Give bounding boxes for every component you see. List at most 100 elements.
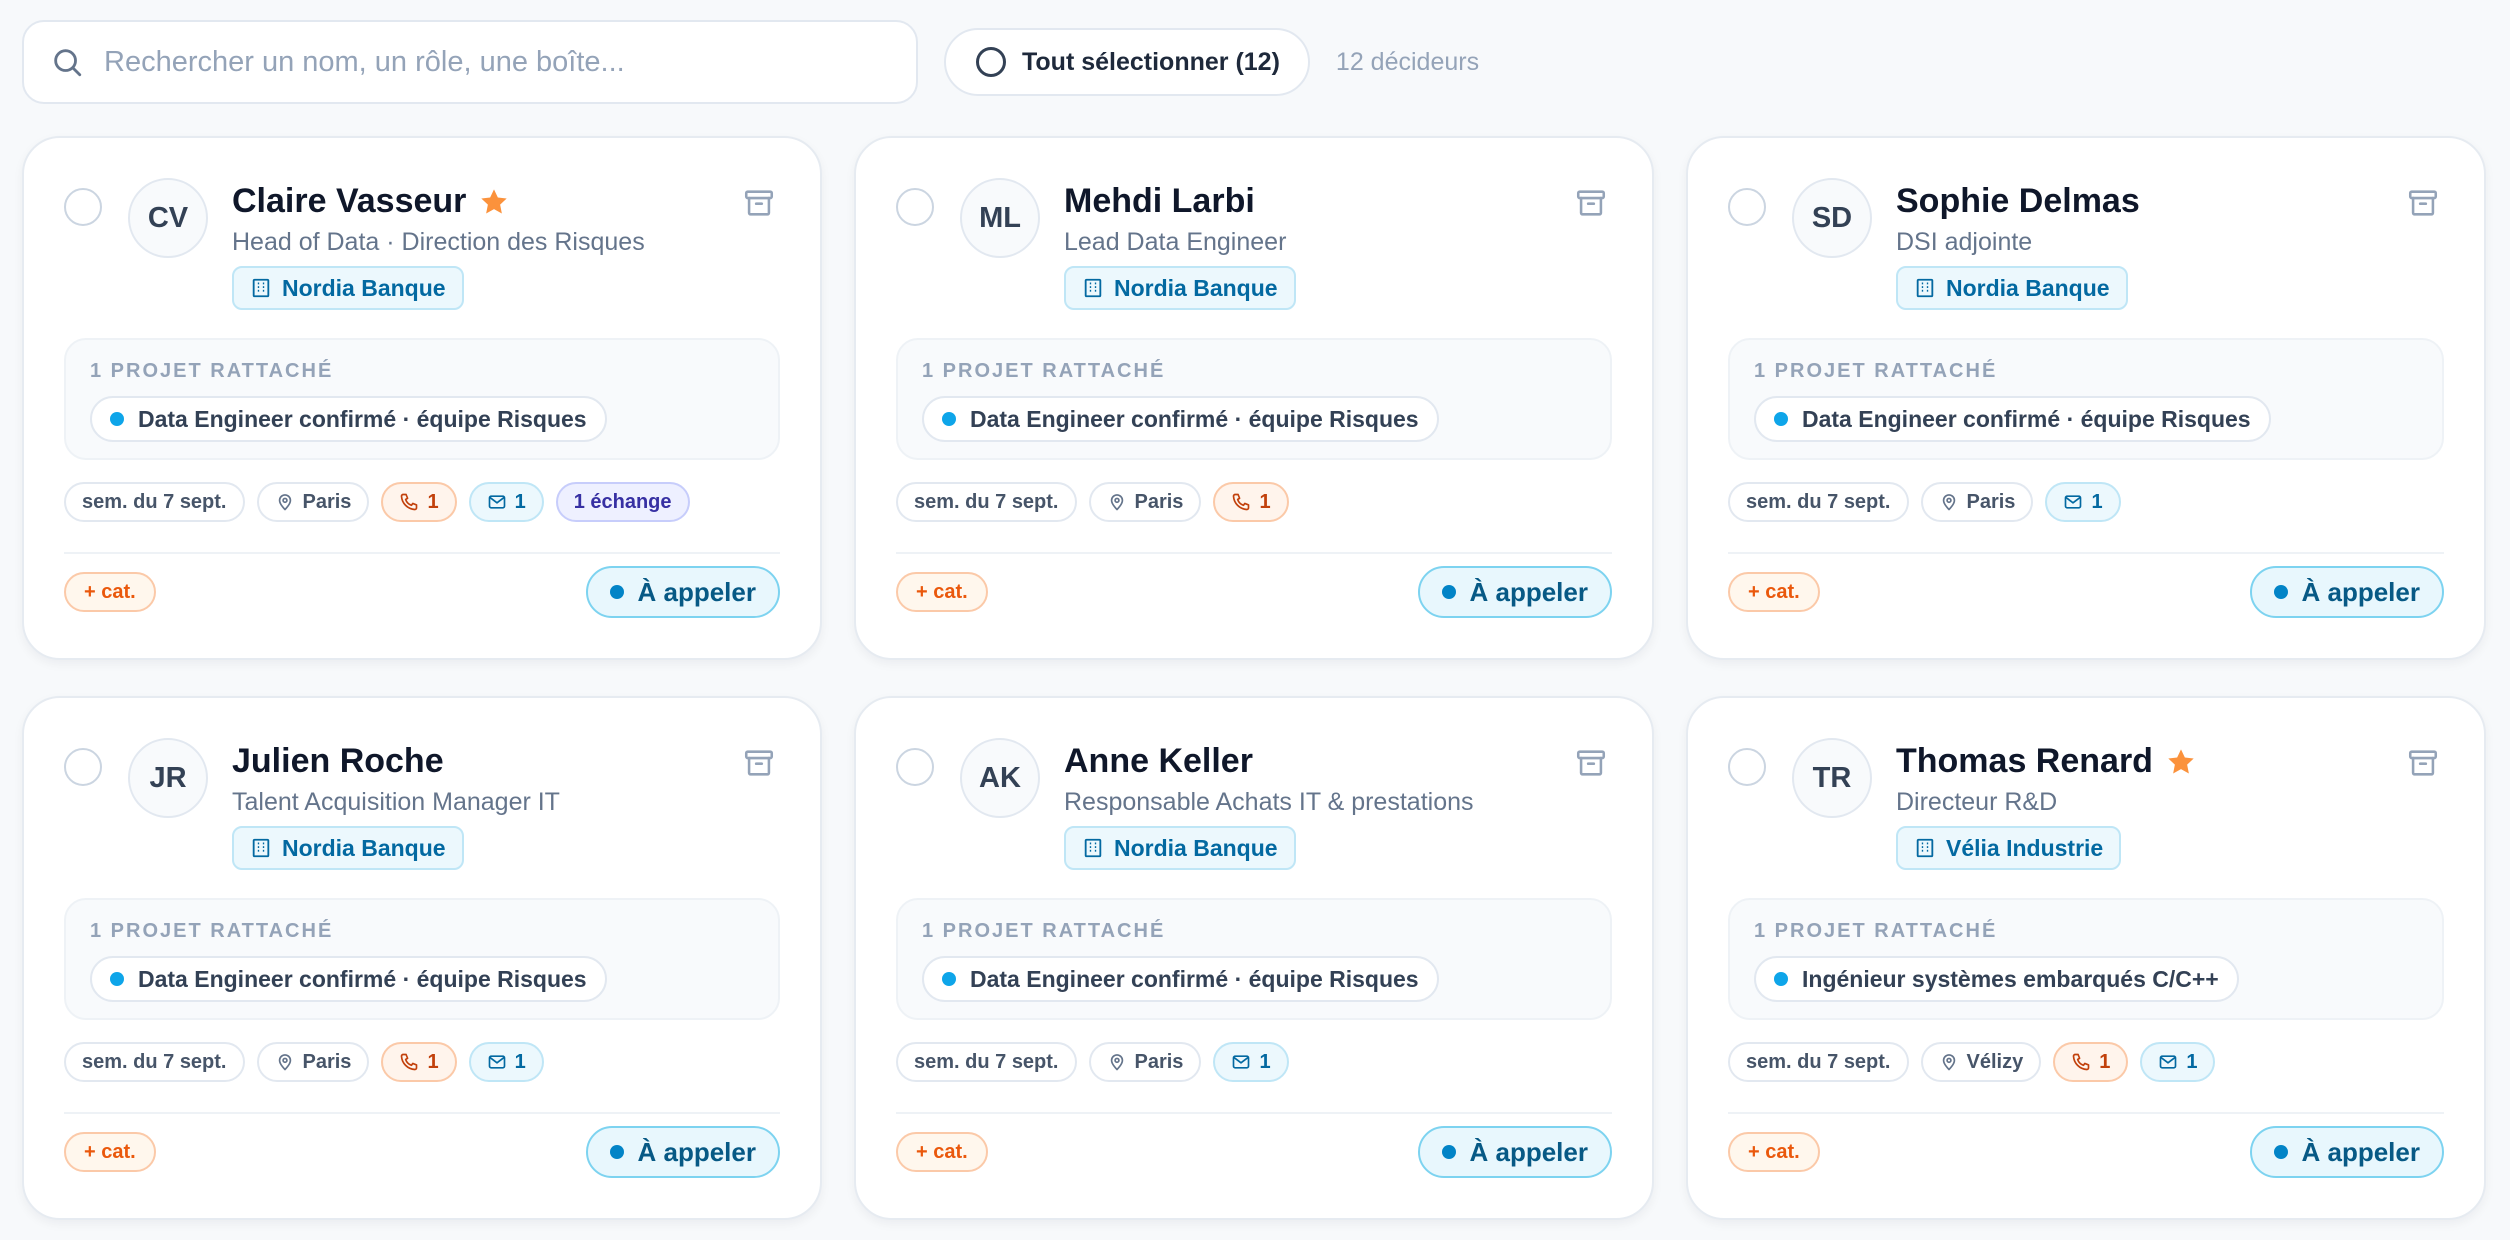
location-label: Vélizy xyxy=(1966,1050,2024,1073)
map-pin-icon xyxy=(278,1054,291,1071)
select-checkbox[interactable] xyxy=(1728,748,1766,786)
card-divider xyxy=(64,1112,780,1114)
contact-name[interactable]: Sophie Delmas xyxy=(1896,182,2140,221)
project-chip[interactable]: Data Engineer confirmé · équipe Risques xyxy=(90,956,607,1002)
status-button[interactable]: À appeler xyxy=(2249,566,2444,618)
name-row: Anne Keller xyxy=(1064,742,1253,781)
meta-row: sem. du 7 sept. Vélizy 1 1 xyxy=(1728,1042,2216,1082)
add-category-button[interactable]: + cat. xyxy=(896,572,988,612)
status-button[interactable]: À appeler xyxy=(1417,1126,1612,1178)
contact-name[interactable]: Julien Roche xyxy=(232,742,444,781)
contact-name[interactable]: Thomas Renard xyxy=(1896,742,2153,781)
mails-chip[interactable]: 1 xyxy=(2045,482,2121,522)
archive-icon[interactable] xyxy=(2406,746,2440,780)
project-dot-icon xyxy=(1774,972,1788,986)
exchanges-label: 1 échange xyxy=(573,490,672,513)
company-badge[interactable]: Vélia Industrie xyxy=(1896,826,2122,870)
add-category-button[interactable]: + cat. xyxy=(64,572,156,612)
location-label: Paris xyxy=(302,490,352,513)
contact-name[interactable]: Mehdi Larbi xyxy=(1064,182,1255,221)
select-checkbox[interactable] xyxy=(1728,188,1766,226)
archive-icon[interactable] xyxy=(742,746,776,780)
search-input[interactable] xyxy=(104,45,884,79)
select-all-button[interactable]: Tout sélectionner (12) xyxy=(944,28,1310,96)
status-button[interactable]: À appeler xyxy=(585,1126,780,1178)
mails-chip[interactable]: 1 xyxy=(468,482,544,522)
status-button[interactable]: À appeler xyxy=(1417,566,1612,618)
project-chip[interactable]: Data Engineer confirmé · équipe Risques xyxy=(1754,396,2271,442)
contact-card[interactable]: SD Sophie Delmas DSI adjointe Nordia Ban… xyxy=(1686,136,2486,660)
mails-count: 1 xyxy=(2186,1050,2198,1073)
status-dot-icon xyxy=(609,585,624,599)
archive-icon[interactable] xyxy=(1574,186,1608,220)
project-label: Data Engineer confirmé · équipe Risques xyxy=(1802,405,2251,432)
select-checkbox[interactable] xyxy=(896,188,934,226)
add-category-button[interactable]: + cat. xyxy=(1728,1132,1820,1172)
project-chip[interactable]: Ingénieur systèmes embarqués C/C++ xyxy=(1754,956,2239,1002)
contact-name[interactable]: Claire Vasseur xyxy=(232,182,466,221)
company-badge[interactable]: Nordia Banque xyxy=(1896,266,2128,310)
add-category-button[interactable]: + cat. xyxy=(896,1132,988,1172)
mails-chip[interactable]: 1 xyxy=(1213,1042,1289,1082)
linked-projects: 1 PROJET RATTACHÉ Ingénieur systèmes emb… xyxy=(1728,898,2444,1020)
phone-icon xyxy=(1233,493,1250,511)
status-dot-icon xyxy=(2273,1145,2288,1159)
exchanges-chip[interactable]: 1 échange xyxy=(555,482,690,522)
mails-chip[interactable]: 1 xyxy=(468,1042,544,1082)
contact-name[interactable]: Anne Keller xyxy=(1064,742,1253,781)
add-category-button[interactable]: + cat. xyxy=(64,1132,156,1172)
status-dot-icon xyxy=(2273,585,2288,599)
calls-count: 1 xyxy=(427,1050,439,1073)
map-pin-icon xyxy=(1942,494,1955,511)
search-box[interactable] xyxy=(22,20,918,104)
select-checkbox[interactable] xyxy=(64,748,102,786)
project-label: Data Engineer confirmé · équipe Risques xyxy=(970,405,1419,432)
archive-icon[interactable] xyxy=(742,186,776,220)
project-chip[interactable]: Data Engineer confirmé · équipe Risques xyxy=(90,396,607,442)
week-chip: sem. du 7 sept. xyxy=(64,482,245,522)
company-badge[interactable]: Nordia Banque xyxy=(232,826,464,870)
contact-card[interactable]: CV Claire Vasseur Head of Data · Directi… xyxy=(22,136,822,660)
mails-count: 1 xyxy=(1259,1050,1271,1073)
calls-chip[interactable]: 1 xyxy=(2053,1042,2129,1082)
calls-count: 1 xyxy=(1259,490,1271,513)
calls-chip[interactable]: 1 xyxy=(381,1042,457,1082)
archive-icon[interactable] xyxy=(1574,746,1608,780)
contact-role: Responsable Achats IT & prestations xyxy=(1064,788,1474,816)
week-chip: sem. du 7 sept. xyxy=(1728,482,1909,522)
contact-card[interactable]: JR Julien Roche Talent Acquisition Manag… xyxy=(22,696,822,1220)
map-pin-icon xyxy=(1110,494,1123,511)
mails-chip[interactable]: 1 xyxy=(2140,1042,2216,1082)
contact-card[interactable]: TR Thomas Renard Directeur R&D Vélia Ind… xyxy=(1686,696,2486,1220)
contact-card[interactable]: ML Mehdi Larbi Lead Data Engineer Nordia… xyxy=(854,136,1654,660)
company-badge[interactable]: Nordia Banque xyxy=(1064,826,1296,870)
calls-chip[interactable]: 1 xyxy=(381,482,457,522)
mails-count: 1 xyxy=(2091,490,2103,513)
add-category-button[interactable]: + cat. xyxy=(1728,572,1820,612)
archive-icon[interactable] xyxy=(2406,186,2440,220)
week-label: sem. du 7 sept. xyxy=(82,1050,227,1073)
name-row: Mehdi Larbi xyxy=(1064,182,1255,221)
contact-role: DSI adjointe xyxy=(1896,228,2033,256)
select-checkbox[interactable] xyxy=(64,188,102,226)
select-all-label: Tout sélectionner (12) xyxy=(1022,47,1280,76)
star-icon[interactable] xyxy=(478,186,510,218)
contact-card[interactable]: AK Anne Keller Responsable Achats IT & p… xyxy=(854,696,1654,1220)
company-name: Nordia Banque xyxy=(1114,274,1278,301)
location-label: Paris xyxy=(1966,490,2016,513)
company-badge[interactable]: Nordia Banque xyxy=(1064,266,1296,310)
status-label: À appeler xyxy=(637,1136,757,1167)
mail-icon xyxy=(1233,1055,1250,1069)
project-dot-icon xyxy=(110,972,124,986)
company-badge[interactable]: Nordia Banque xyxy=(232,266,464,310)
star-icon[interactable] xyxy=(2165,746,2197,778)
location-chip: Vélizy xyxy=(1920,1042,2042,1082)
project-chip[interactable]: Data Engineer confirmé · équipe Risques xyxy=(922,956,1439,1002)
projects-title: 1 PROJET RATTACHÉ xyxy=(90,360,334,382)
select-checkbox[interactable] xyxy=(896,748,934,786)
calls-chip[interactable]: 1 xyxy=(1213,482,1289,522)
project-chip[interactable]: Data Engineer confirmé · équipe Risques xyxy=(922,396,1439,442)
status-button[interactable]: À appeler xyxy=(585,566,780,618)
status-button[interactable]: À appeler xyxy=(2249,1126,2444,1178)
week-label: sem. du 7 sept. xyxy=(914,490,1059,513)
